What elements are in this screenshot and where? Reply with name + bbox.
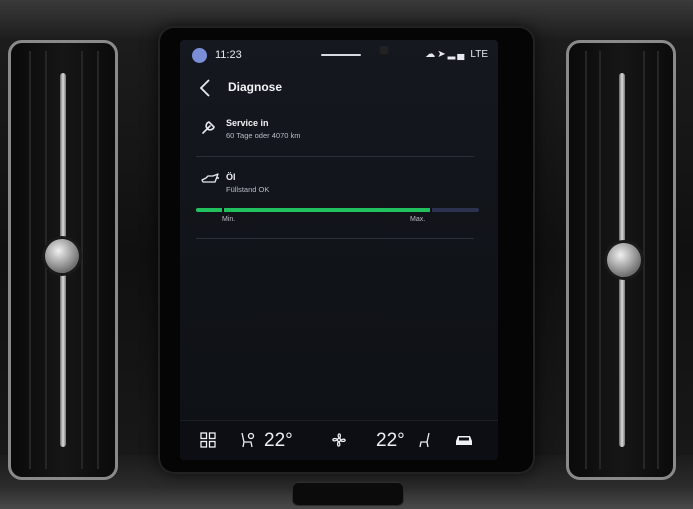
vent-slat (599, 51, 601, 469)
divider (196, 156, 474, 157)
vent-knob-right[interactable] (607, 243, 641, 277)
service-subtitle: 60 Tage oder 4070 km (226, 131, 301, 140)
status-icons: ☁➤▂▄ LTE (425, 49, 488, 60)
service-row[interactable]: Service in 60 Tage oder 4070 km (196, 112, 490, 158)
oil-subtitle: Füllstand OK (226, 185, 270, 194)
air-vent-right[interactable] (566, 40, 676, 480)
pull-down-handle[interactable] (321, 54, 361, 56)
climate-bar: 22° 22° (180, 420, 498, 460)
center-display: 11:23 ☁➤▂▄ LTE Diagnose Service in 60 Tag… (180, 40, 498, 460)
divider (196, 238, 474, 239)
vent-slat (585, 51, 587, 469)
console-notch (292, 482, 404, 506)
gauge-max-label: Max. (410, 216, 426, 223)
gauge-min-marker (222, 207, 224, 213)
passenger-seat-icon[interactable] (418, 431, 434, 454)
vent-slat (97, 51, 99, 469)
gauge-max-marker (430, 207, 432, 213)
fan-icon[interactable] (330, 431, 348, 454)
vent-knob-left[interactable] (45, 239, 79, 273)
oil-title: Öl (226, 172, 236, 182)
oil-level-fill (196, 208, 431, 212)
car-icon[interactable] (454, 433, 474, 452)
page-header: Diagnose (180, 70, 498, 104)
page-title: Diagnose (228, 80, 283, 94)
gauge-min-label: Min. (222, 216, 236, 223)
status-bar[interactable]: 11:23 ☁➤▂▄ LTE (180, 40, 498, 70)
air-vent-left[interactable] (8, 40, 118, 480)
cloud-upload-icon: ☁ (425, 49, 438, 60)
signal-icon: ▂▄ (447, 49, 467, 60)
network-label: LTE (470, 49, 488, 60)
vent-slat (657, 51, 659, 469)
camera-indicator (380, 46, 388, 54)
profile-avatar[interactable] (192, 48, 207, 63)
navigation-arrow-icon: ➤ (437, 49, 448, 60)
passenger-temperature[interactable]: 22° (376, 430, 405, 452)
status-time: 11:23 (215, 49, 242, 61)
vent-slat (29, 51, 31, 469)
back-chevron-icon[interactable] (198, 78, 214, 100)
vent-slat (81, 51, 83, 469)
oil-can-icon (200, 172, 219, 190)
wrench-icon (200, 118, 218, 136)
seat-heat-icon[interactable] (238, 431, 256, 454)
oil-level-gauge (196, 207, 479, 213)
oil-row[interactable]: Öl Füllstand OK Min. Max. (196, 166, 490, 238)
driver-temperature[interactable]: 22° (264, 430, 293, 452)
app-grid-icon[interactable] (200, 432, 216, 453)
service-title: Service in (226, 118, 269, 128)
vent-slat (643, 51, 645, 469)
